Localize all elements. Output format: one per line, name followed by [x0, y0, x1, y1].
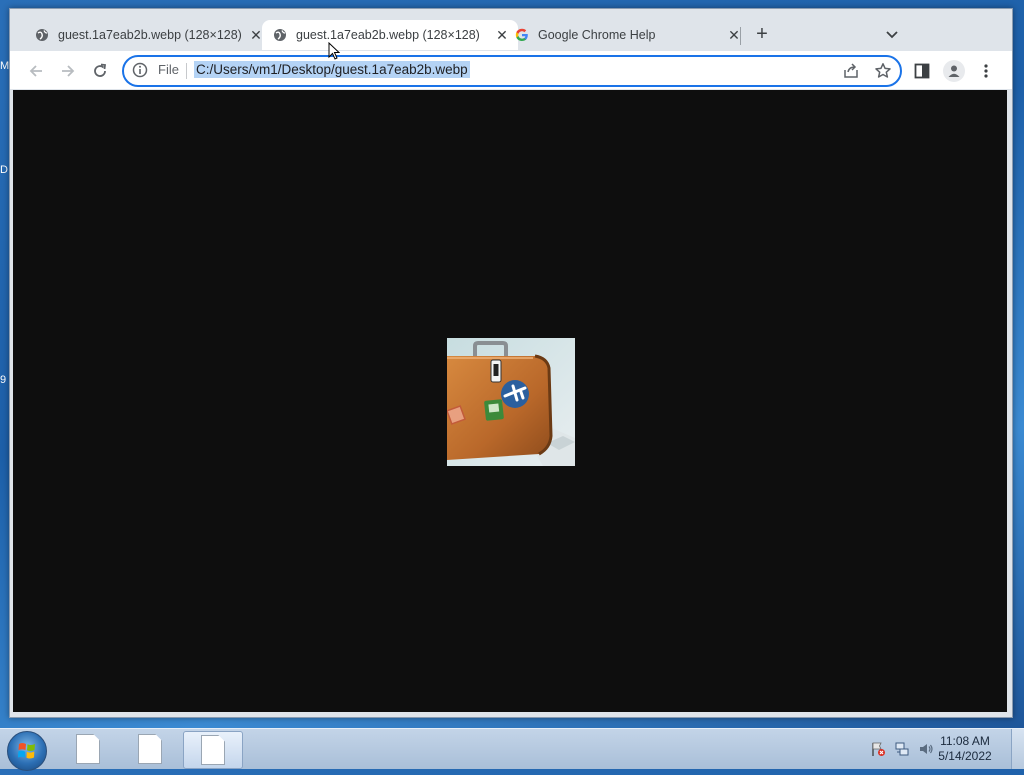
new-tab-button[interactable]: +: [752, 24, 772, 45]
address-bar[interactable]: File C:/Users/vm1/Desktop/guest.1a7eab2b…: [122, 55, 902, 87]
person-icon: [948, 65, 960, 77]
browser-window: guest.1a7eab2b.webp (128×128) ✕ guest.1a…: [9, 8, 1013, 718]
desktop-edge-letter: M: [0, 60, 10, 72]
start-button[interactable]: [7, 731, 47, 771]
share-icon[interactable]: [842, 62, 860, 80]
clock-time: 11:08 AM: [940, 734, 990, 748]
tab-divider: [740, 27, 741, 45]
tab-title: Google Chrome Help: [538, 28, 656, 42]
arrow-right-icon: [62, 65, 75, 77]
tab-chrome-help[interactable]: Google Chrome Help ✕: [504, 20, 750, 50]
side-panel-icon: [914, 63, 930, 79]
mouse-cursor-icon: [328, 42, 340, 60]
taskbar: 11:08 AM 5/14/2022: [0, 728, 1024, 771]
forward-button[interactable]: [57, 60, 79, 82]
suitcase-image[interactable]: [447, 338, 575, 466]
back-button[interactable]: [25, 60, 47, 82]
reload-button[interactable]: [89, 60, 111, 82]
info-icon[interactable]: [132, 62, 148, 78]
document-icon: [76, 734, 100, 764]
tab-search-chevron-icon[interactable]: [885, 27, 899, 41]
tab-title: guest.1a7eab2b.webp (128×128): [296, 28, 480, 42]
desktop-edge-letter: 9: [0, 374, 7, 386]
action-center-flag-icon[interactable]: [870, 741, 886, 757]
image-viewer: [13, 90, 1007, 712]
url-text[interactable]: C:/Users/vm1/Desktop/guest.1a7eab2b.webp: [194, 61, 470, 78]
document-icon: [201, 735, 225, 765]
star-bookmark-icon[interactable]: [874, 62, 892, 80]
windows-logo-icon: [18, 743, 35, 759]
profile-avatar-button[interactable]: [943, 60, 965, 82]
taskbar-app-document-2[interactable]: [121, 731, 179, 767]
clock-date: 5/14/2022: [938, 749, 992, 763]
kebab-menu-icon: [984, 64, 988, 78]
reload-icon: [94, 63, 107, 77]
globe-icon: [34, 27, 50, 43]
arrow-left-icon: [29, 65, 42, 77]
desktop-edge-letter: D: [0, 164, 8, 176]
scheme-chip: File: [158, 62, 179, 77]
taskbar-clock[interactable]: 11:08 AM 5/14/2022: [930, 734, 1000, 764]
browser-toolbar: File C:/Users/vm1/Desktop/guest.1a7eab2b…: [10, 51, 1012, 89]
show-desktop-button[interactable]: [1011, 729, 1024, 769]
system-tray: 11:08 AM 5/14/2022: [824, 729, 1024, 769]
chip-divider: [186, 63, 187, 79]
google-g-icon: [514, 27, 530, 43]
tab-image-2[interactable]: guest.1a7eab2b.webp (128×128) ✕: [262, 20, 518, 50]
side-panel-button[interactable]: [911, 60, 933, 82]
tab-image-1[interactable]: guest.1a7eab2b.webp (128×128) ✕: [28, 20, 272, 50]
globe-icon: [272, 27, 288, 43]
document-icon: [138, 734, 162, 764]
menu-button[interactable]: [975, 60, 997, 82]
tab-title: guest.1a7eab2b.webp (128×128): [58, 28, 242, 42]
network-icon[interactable]: [894, 741, 910, 757]
taskbar-app-document-3[interactable]: [183, 731, 243, 769]
taskbar-app-document-1[interactable]: [59, 731, 117, 767]
